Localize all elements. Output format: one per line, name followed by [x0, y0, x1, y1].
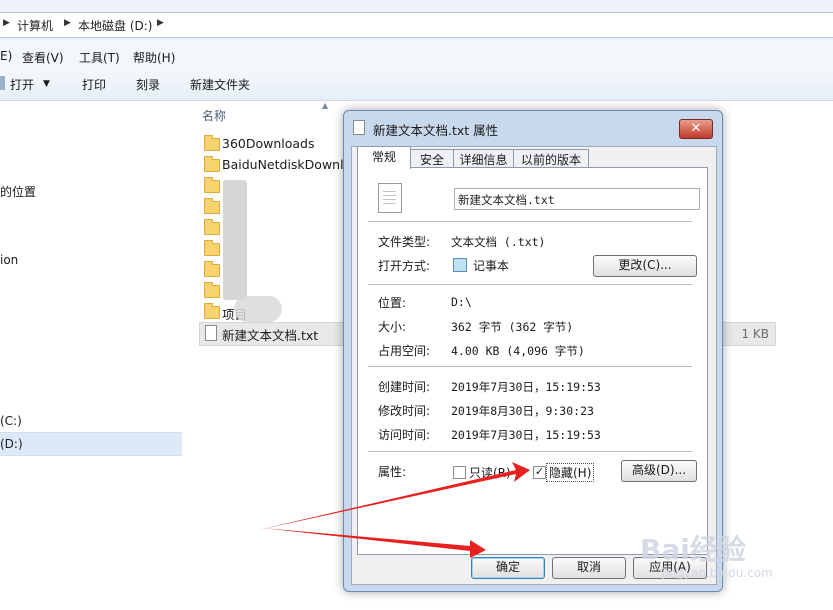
arrow-to-ok: [262, 528, 486, 558]
annotation-arrows: [258, 462, 530, 558]
watermark-brand: Bai经验: [640, 533, 746, 566]
watermark-url: jingyan.baidu.com: [662, 566, 773, 580]
tab-general[interactable]: 常规: [357, 146, 411, 169]
arrow-to-hidden: [258, 462, 530, 530]
tab-label: 常规: [371, 150, 396, 164]
